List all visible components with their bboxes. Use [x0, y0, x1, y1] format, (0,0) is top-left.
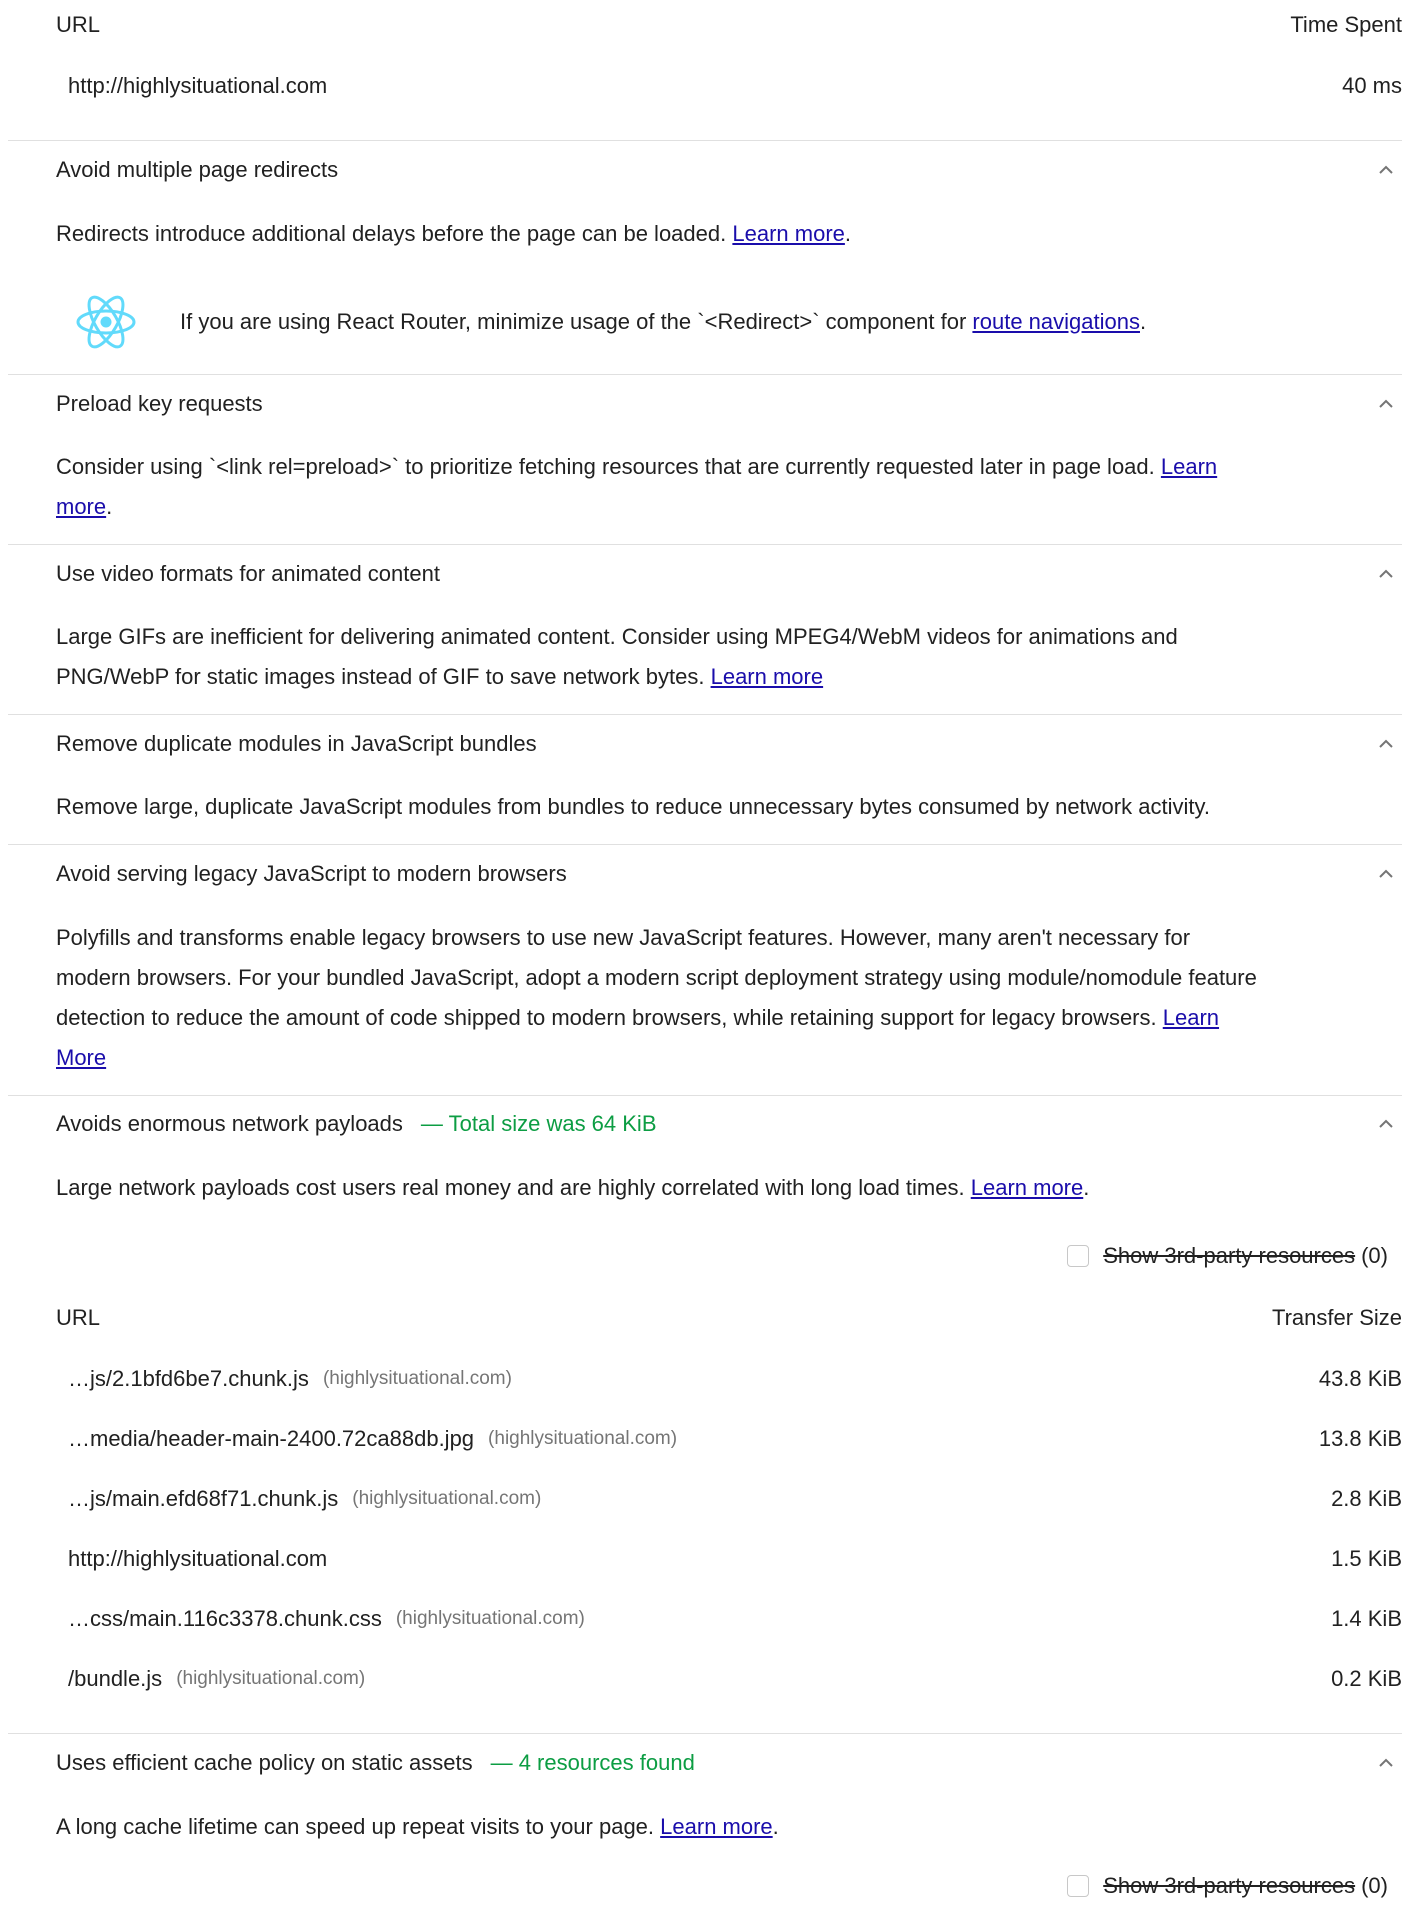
react-icon [76, 295, 136, 349]
audit-description: Consider using `<link rel=preload>` to p… [56, 454, 1218, 519]
table-row: http://highlysituational.com 40 ms [68, 70, 1402, 102]
audit-description: Redirects introduce additional delays be… [56, 221, 852, 246]
audit-title: Preload key requests [56, 390, 263, 416]
audit-title: Avoids enormous network payloads [56, 1110, 403, 1136]
table-row: …css/main.116c3378.chunk.css (highlysitu… [68, 1603, 1402, 1635]
divider [8, 844, 1402, 845]
row-url: /bundle.js [68, 1665, 163, 1691]
audit-header-video-formats[interactable]: Use video formats for animated content [56, 558, 1402, 590]
audit-description: Remove large, duplicate JavaScript modul… [56, 794, 1210, 819]
third-party-filter-label: Show 3rd-party resources [1103, 1872, 1356, 1898]
learn-more-link[interactable]: Learn [1163, 1005, 1219, 1030]
table-row: …media/header-main-2400.72ca88db.jpg (hi… [68, 1423, 1402, 1455]
third-party-checkbox[interactable] [1067, 1245, 1090, 1267]
audit-header-legacy-javascript[interactable]: Avoid serving legacy JavaScript to moder… [56, 858, 1402, 890]
route-navigations-link[interactable]: route navigations [972, 309, 1140, 334]
table-row: http://highlysituational.com 1.5 KiB [68, 1543, 1402, 1575]
audit-header-network-payloads[interactable]: Avoids enormous network payloads — Total… [56, 1108, 1402, 1140]
row-url: …js/2.1bfd6be7.chunk.js [68, 1365, 309, 1391]
audit-title: Avoid serving legacy JavaScript to moder… [56, 860, 567, 886]
row-host: (highlysituational.com) [395, 1607, 585, 1629]
audit-header-preload[interactable]: Preload key requests [56, 388, 1402, 420]
table-header-url: URL [56, 12, 101, 37]
chevron-up-icon[interactable] [1370, 1747, 1402, 1779]
divider [8, 1733, 1402, 1734]
third-party-filter-label: Show 3rd-party resources [1103, 1242, 1356, 1268]
divider [8, 544, 1402, 545]
row-value: 43.8 KiB [1318, 1365, 1402, 1391]
third-party-checkbox[interactable] [1067, 1875, 1090, 1897]
learn-more-link[interactable]: Learn more [711, 664, 824, 689]
table-row: …js/main.efd68f71.chunk.js (highlysituat… [68, 1483, 1402, 1515]
row-url: http://highlysituational.com [68, 1545, 328, 1571]
row-url: http://highlysituational.com [68, 72, 328, 98]
lighthouse-report: URL Time Spent http://highlysituational.… [0, 0, 1416, 1907]
row-value: 1.5 KiB [1331, 1545, 1402, 1571]
table-row: …js/2.1bfd6be7.chunk.js (highlysituation… [68, 1363, 1402, 1395]
audit-header-duplicate-modules[interactable]: Remove duplicate modules in JavaScript b… [56, 728, 1402, 760]
audit-header-redirects[interactable]: Avoid multiple page redirects [56, 154, 1402, 186]
chevron-up-icon[interactable] [1370, 558, 1402, 590]
chevron-up-icon[interactable] [1370, 1108, 1402, 1140]
third-party-count: (0) [1361, 1872, 1388, 1898]
table-header-time-spent: Time Spent [1290, 12, 1402, 37]
audit-description: A long cache lifetime can speed up repea… [56, 1814, 779, 1839]
audit-title: Avoid multiple page redirects [56, 156, 339, 182]
row-url: …media/header-main-2400.72ca88db.jpg [68, 1425, 475, 1451]
third-party-filter[interactable]: Show 3rd-party resources (0) [1067, 1240, 1388, 1272]
third-party-count: (0) [1361, 1242, 1388, 1268]
row-url: …js/main.efd68f71.chunk.js [68, 1485, 339, 1511]
learn-more-link[interactable]: Learn more [732, 221, 845, 246]
audit-description: Polyfills and transforms enable legacy b… [56, 925, 1257, 1070]
chevron-up-icon[interactable] [1370, 728, 1402, 760]
row-value: 0.2 KiB [1331, 1665, 1402, 1691]
audit-description: Large GIFs are inefficient for deliverin… [56, 624, 1178, 689]
chevron-up-icon[interactable] [1370, 154, 1402, 186]
learn-more-link[interactable]: Learn more [971, 1175, 1084, 1200]
divider [8, 714, 1402, 715]
learn-more-link[interactable]: Learn more [660, 1814, 773, 1839]
chevron-up-icon[interactable] [1370, 858, 1402, 890]
third-party-filter[interactable]: Show 3rd-party resources (0) [1067, 1870, 1388, 1902]
row-host: (highlysituational.com) [322, 1367, 512, 1389]
table-header-url: URL [56, 1305, 101, 1330]
row-url: …css/main.116c3378.chunk.css [68, 1605, 382, 1631]
audit-header-cache-policy[interactable]: Uses efficient cache policy on static as… [56, 1747, 1402, 1779]
audit-description: Large network payloads cost users real m… [56, 1175, 1090, 1200]
table-header-transfer-size: Transfer Size [1271, 1305, 1402, 1330]
chevron-up-icon[interactable] [1370, 388, 1402, 420]
row-value: 2.8 KiB [1331, 1485, 1402, 1511]
row-host: (highlysituational.com) [352, 1487, 542, 1509]
stack-pack-hint: If you are using React Router, minimize … [180, 309, 1147, 334]
row-host: (highlysituational.com) [176, 1667, 366, 1689]
row-host: (highlysituational.com) [488, 1427, 678, 1449]
audit-display-value: — 4 resources found [490, 1749, 695, 1775]
learn-more-link[interactable]: Learn [1161, 454, 1217, 479]
learn-more-link[interactable]: more [56, 494, 106, 519]
divider [8, 374, 1402, 375]
divider [8, 140, 1402, 141]
audit-title: Use video formats for animated content [56, 560, 440, 586]
learn-more-link[interactable]: More [56, 1045, 106, 1070]
row-value: 1.4 KiB [1331, 1605, 1402, 1631]
audit-title: Uses efficient cache policy on static as… [56, 1749, 473, 1775]
divider [8, 1095, 1402, 1096]
table-row: /bundle.js (highlysituational.com) 0.2 K… [68, 1663, 1402, 1695]
audit-title: Remove duplicate modules in JavaScript b… [56, 730, 537, 756]
row-value: 40 ms [1342, 72, 1402, 98]
row-value: 13.8 KiB [1318, 1425, 1402, 1451]
audit-display-value: — Total size was 64 KiB [420, 1110, 657, 1136]
